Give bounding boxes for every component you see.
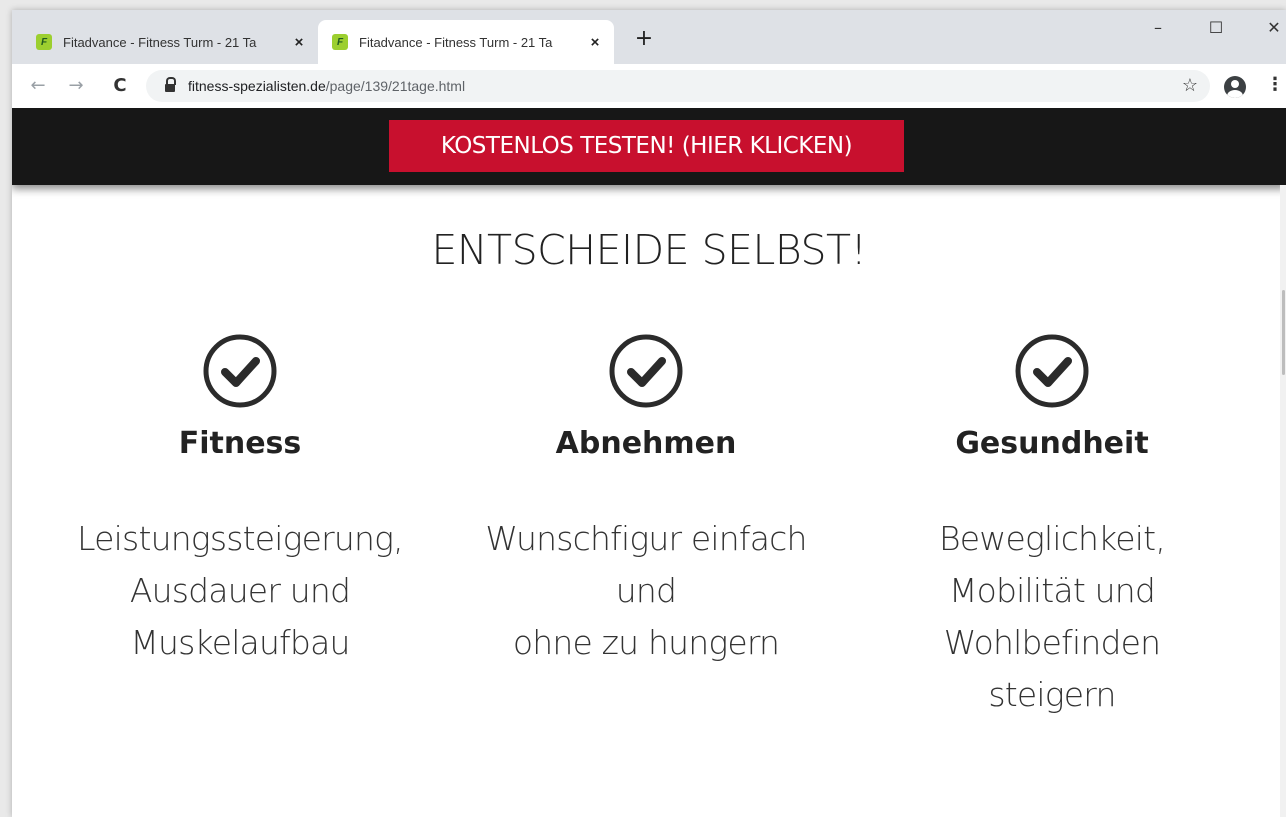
bookmark-star-icon[interactable]: ☆ — [1182, 75, 1198, 96]
checkmark-circle-icon — [1015, 334, 1089, 408]
tab-title: Fitadvance - Fitness Turm - 21 Ta — [359, 34, 553, 50]
browser-window: F Fitadvance - Fitness Turm - 21 Ta × F … — [12, 10, 1286, 817]
description-line: ohne zu hungern — [512, 623, 780, 662]
benefit-title: Gesundheit — [955, 426, 1149, 461]
tab-title: Fitadvance - Fitness Turm - 21 Ta — [63, 34, 257, 50]
tab-fitadvance-2[interactable]: F Fitadvance - Fitness Turm - 21 Ta × — [318, 20, 614, 64]
tab-fitadvance-1[interactable]: F Fitadvance - Fitness Turm - 21 Ta × — [22, 20, 319, 64]
page-heading: ENTSCHEIDE SELBST! — [431, 226, 867, 274]
profile-avatar-icon[interactable] — [1224, 76, 1246, 98]
url-host: fitness-spezialisten.de — [188, 78, 326, 94]
description-line: Wunschfigur einfach — [485, 519, 807, 558]
benefit-column-gesundheit: Gesundheit Beweglichkeit, Mobilität und … — [852, 334, 1252, 721]
benefit-column-abnehmen: Abnehmen Wunschfigur einfach und ohne zu… — [446, 334, 846, 669]
close-tab-icon[interactable]: × — [586, 34, 604, 51]
forward-button[interactable]: → — [64, 74, 88, 98]
maximize-button[interactable]: ☐ — [1196, 18, 1236, 37]
sticky-top-bar: KOSTENLOS TESTEN! (HIER KLICKEN) — [12, 108, 1286, 185]
free-trial-button[interactable]: KOSTENLOS TESTEN! (HIER KLICKEN) — [389, 120, 904, 172]
fitadvance-favicon-icon: F — [332, 34, 348, 50]
url-path: /page/139/21tage.html — [325, 78, 466, 94]
address-bar[interactable]: fitness-spezialisten.de/page/139/21tage.… — [146, 70, 1210, 102]
scrollbar-thumb[interactable] — [1282, 290, 1285, 375]
benefit-description: Leistungssteigerung, Ausdauer und Muskel… — [40, 513, 440, 669]
close-window-button[interactable]: ✕ — [1254, 18, 1286, 37]
description-line: Wohlbefinden — [943, 623, 1161, 662]
page-viewport: KOSTENLOS TESTEN! (HIER KLICKEN) ENTSCHE… — [12, 108, 1286, 817]
browser-toolbar: ← → C fitness-spezialisten.de/page/139/2… — [12, 64, 1286, 109]
description-line: Beweglichkeit, — [938, 519, 1166, 558]
tab-strip: F Fitadvance - Fitness Turm - 21 Ta × F … — [12, 10, 1286, 64]
description-line: steigern — [988, 675, 1116, 714]
close-tab-icon[interactable]: × — [290, 34, 308, 51]
fitadvance-favicon-icon: F — [36, 34, 52, 50]
description-line: Leistungssteigerung, — [77, 519, 403, 558]
description-line: Ausdauer und — [129, 571, 351, 610]
benefit-column-fitness: Fitness Leistungssteigerung, Ausdauer un… — [40, 334, 440, 669]
checkmark-circle-icon — [203, 334, 277, 408]
new-tab-button[interactable]: + — [632, 28, 656, 52]
benefit-title: Fitness — [178, 426, 302, 461]
description-line: und — [615, 571, 677, 610]
lock-icon[interactable] — [164, 77, 176, 92]
description-line: Mobilität und — [948, 571, 1156, 610]
benefit-description: Beweglichkeit, Mobilität und Wohlbefinde… — [852, 513, 1252, 721]
checkmark-circle-icon — [609, 334, 683, 408]
benefit-description: Wunschfigur einfach und ohne zu hungern — [446, 513, 846, 669]
description-line: Muskelaufbau — [130, 623, 350, 662]
scrollbar-track[interactable] — [1280, 185, 1286, 817]
back-button[interactable]: ← — [26, 74, 50, 98]
minimize-button[interactable]: – — [1138, 18, 1178, 37]
benefit-title: Abnehmen — [555, 426, 737, 461]
browser-menu-icon[interactable]: ⋮ — [1266, 74, 1284, 95]
reload-button[interactable]: C — [108, 74, 132, 98]
